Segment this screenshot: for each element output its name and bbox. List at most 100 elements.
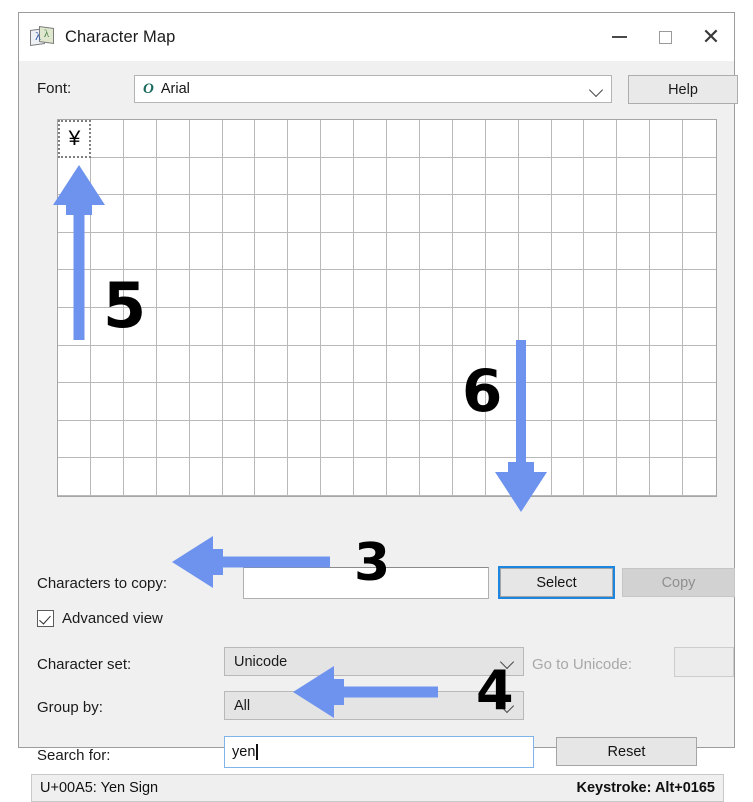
character-grid-cell[interactable] <box>683 195 716 233</box>
character-grid-cell[interactable] <box>584 420 618 459</box>
character-grid-cell[interactable] <box>189 383 223 421</box>
character-grid-cell[interactable] <box>387 157 420 196</box>
character-grid-cell[interactable] <box>156 458 190 496</box>
character-grid-cell[interactable] <box>551 270 585 308</box>
character-grid-cell[interactable] <box>683 270 716 308</box>
character-grid-cell[interactable] <box>387 383 420 421</box>
character-grid-cell[interactable] <box>551 120 585 158</box>
character-grid-cell[interactable] <box>222 458 256 496</box>
character-grid-cell[interactable] <box>584 458 618 496</box>
character-grid-cell[interactable] <box>387 232 420 271</box>
character-grid-cell[interactable] <box>419 157 453 196</box>
character-grid-cell[interactable] <box>222 345 256 384</box>
character-grid-cell[interactable] <box>222 307 256 346</box>
character-grid-cell[interactable] <box>354 195 387 233</box>
character-grid-cell[interactable] <box>452 420 486 459</box>
character-grid-cell[interactable] <box>90 420 124 459</box>
character-grid-cell[interactable] <box>452 458 486 496</box>
character-grid-cell[interactable] <box>518 232 552 271</box>
character-grid-cell[interactable] <box>354 270 387 308</box>
character-grid-cell[interactable] <box>58 420 91 459</box>
character-grid-cell[interactable] <box>683 346 716 384</box>
character-grid-cell[interactable] <box>617 383 651 421</box>
character-grid-cell[interactable] <box>683 120 716 158</box>
character-grid-cell[interactable] <box>452 120 486 158</box>
character-grid-cell[interactable] <box>419 195 453 233</box>
character-grid-cell[interactable] <box>617 120 651 158</box>
character-grid-cell[interactable] <box>551 345 585 384</box>
character-grid-cell[interactable] <box>255 195 289 233</box>
character-grid-cell[interactable] <box>288 157 322 196</box>
character-grid-cell[interactable] <box>321 307 355 346</box>
character-grid-cell[interactable] <box>354 420 387 459</box>
character-grid-cell[interactable] <box>255 383 289 421</box>
character-grid-cell[interactable] <box>255 120 289 158</box>
character-grid-cell[interactable] <box>321 420 355 459</box>
character-grid-cell[interactable] <box>387 120 420 158</box>
character-grid-cell[interactable] <box>485 270 519 308</box>
character-grid-cell[interactable] <box>321 195 355 233</box>
character-grid-cell[interactable] <box>156 420 190 459</box>
minimize-button[interactable] <box>596 13 642 61</box>
character-grid-cell[interactable] <box>90 458 124 496</box>
character-grid-cell[interactable] <box>518 195 552 233</box>
character-grid-cell[interactable] <box>584 383 618 421</box>
character-grid-cell[interactable] <box>387 307 420 346</box>
character-grid-cell[interactable] <box>321 383 355 421</box>
character-grid-cell[interactable] <box>222 232 256 271</box>
character-grid-cell[interactable] <box>58 232 91 271</box>
character-grid-cell[interactable] <box>189 345 223 384</box>
character-grid-cell[interactable] <box>156 270 190 308</box>
character-grid-cell[interactable] <box>288 195 322 233</box>
character-grid-cell[interactable] <box>123 120 157 158</box>
character-grid-cell[interactable] <box>222 120 256 158</box>
character-grid-cell[interactable] <box>452 157 486 196</box>
character-grid-cell[interactable] <box>58 458 91 496</box>
character-grid-cell[interactable] <box>683 458 716 496</box>
character-grid-cell[interactable] <box>650 157 684 196</box>
character-grid-cell[interactable] <box>485 232 519 271</box>
character-grid-cell[interactable] <box>354 307 387 346</box>
character-grid-cell[interactable] <box>485 157 519 196</box>
character-grid-cell[interactable] <box>518 420 552 459</box>
character-grid-cell[interactable] <box>518 270 552 308</box>
character-grid-cell[interactable] <box>255 420 289 459</box>
character-grid-cell[interactable] <box>90 120 124 158</box>
character-grid-cell[interactable] <box>419 307 453 346</box>
character-grid-cell[interactable] <box>419 345 453 384</box>
character-grid-cell[interactable] <box>419 458 453 496</box>
character-grid-cell[interactable] <box>123 195 157 233</box>
character-grid-cell[interactable] <box>288 307 322 346</box>
character-grid-cell[interactable] <box>222 420 256 459</box>
character-grid-cell[interactable] <box>189 195 223 233</box>
character-grid-cell[interactable] <box>354 232 387 271</box>
maximize-button[interactable] <box>642 13 688 61</box>
character-grid-cell[interactable] <box>354 120 387 158</box>
character-grid-cell[interactable] <box>518 383 552 421</box>
character-grid-cell[interactable] <box>650 420 684 459</box>
character-grid-cell[interactable] <box>288 420 322 459</box>
character-grid-cell[interactable] <box>189 270 223 308</box>
character-grid-cell[interactable] <box>189 232 223 271</box>
character-grid-cell[interactable] <box>58 345 91 384</box>
character-grid-cell[interactable] <box>419 270 453 308</box>
character-grid-cell[interactable] <box>584 270 618 308</box>
character-grid-cell[interactable] <box>321 270 355 308</box>
character-grid-cell[interactable] <box>222 195 256 233</box>
character-grid-cell[interactable] <box>90 345 124 384</box>
character-grid-cell[interactable] <box>156 383 190 421</box>
character-grid-cell[interactable] <box>452 232 486 271</box>
character-grid-cell[interactable] <box>321 157 355 196</box>
character-grid-cell[interactable] <box>189 458 223 496</box>
character-grid-cell[interactable] <box>518 345 552 384</box>
character-grid-cell[interactable] <box>156 232 190 271</box>
character-grid-cell[interactable] <box>650 383 684 421</box>
character-grid-cell[interactable] <box>617 232 651 271</box>
character-grid-cell[interactable] <box>683 233 716 271</box>
character-grid-cell[interactable] <box>123 157 157 196</box>
character-grid-cell[interactable] <box>518 307 552 346</box>
character-grid-cell[interactable] <box>58 307 91 346</box>
character-grid-cell[interactable] <box>452 307 486 346</box>
character-grid-cell[interactable] <box>189 120 223 158</box>
character-grid-cell[interactable] <box>255 307 289 346</box>
